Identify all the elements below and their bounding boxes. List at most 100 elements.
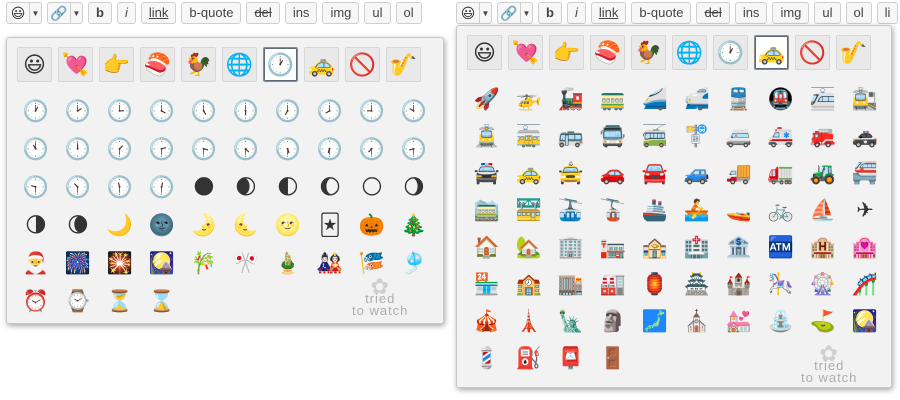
emoji-item[interactable]: 🚂 bbox=[550, 81, 592, 118]
emoji-item[interactable]: 🕗 bbox=[309, 92, 351, 130]
emoji-category-tab[interactable]: 🚫 bbox=[795, 35, 830, 70]
emoji-item[interactable]: 🚀 bbox=[466, 81, 508, 118]
emoji-item[interactable]: 🚡 bbox=[592, 192, 634, 229]
emoji-item[interactable]: 🕧 bbox=[141, 168, 183, 206]
emoji-item[interactable]: 🚘 bbox=[634, 155, 676, 192]
emoji-item[interactable]: 🚊 bbox=[466, 118, 508, 155]
emoji-item[interactable]: 🎆 bbox=[57, 244, 99, 282]
emoji-item[interactable]: 🏫 bbox=[508, 266, 550, 303]
emoji-item[interactable]: 🎍 bbox=[267, 244, 309, 282]
emoji-item[interactable]: 🚎 bbox=[634, 118, 676, 155]
emoji-category-tab[interactable]: 🐓 bbox=[181, 47, 216, 82]
emoji-item[interactable]: 🚞 bbox=[466, 192, 508, 229]
emoji-item[interactable]: 🕡 bbox=[309, 130, 351, 168]
emoji-item[interactable]: 🎡 bbox=[802, 266, 844, 303]
emoji-item[interactable]: 🕤 bbox=[15, 168, 57, 206]
emoji-category-tab[interactable]: 🚕 bbox=[304, 47, 339, 82]
emoji-item[interactable]: 🎅 bbox=[15, 244, 57, 282]
emoji-category-tab[interactable]: 💘 bbox=[508, 35, 543, 70]
emoji-item[interactable]: 🎐 bbox=[393, 244, 435, 282]
emoji-item[interactable]: 🏥 bbox=[676, 229, 718, 266]
emoji-category-tab[interactable]: 🚕 bbox=[754, 35, 789, 70]
emoji-item[interactable]: 🎋 bbox=[183, 244, 225, 282]
link-button[interactable]: link bbox=[590, 2, 627, 24]
emoji-item[interactable]: 🕓 bbox=[141, 92, 183, 130]
emoji-item[interactable]: 🃏 bbox=[309, 206, 351, 244]
insert-button[interactable]: ins bbox=[734, 2, 768, 24]
emoji-item[interactable]: 🚈 bbox=[802, 81, 844, 118]
unordered-list-button[interactable]: ul bbox=[814, 2, 841, 24]
emoji-item[interactable]: 🕔 bbox=[183, 92, 225, 130]
emoji-item[interactable]: 🚕 bbox=[508, 155, 550, 192]
emoji-category-tab[interactable]: 🕐 bbox=[713, 35, 748, 70]
emoji-item[interactable]: 🌜 bbox=[225, 206, 267, 244]
ordered-list-button[interactable]: ol bbox=[845, 2, 872, 24]
emoji-item[interactable]: 🚓 bbox=[844, 118, 886, 155]
emoji-item[interactable]: 🎌 bbox=[225, 244, 267, 282]
emoji-category-tab[interactable]: 🌐 bbox=[672, 35, 707, 70]
emoji-picker-button[interactable]: 😃 ▼ bbox=[456, 2, 492, 24]
emoji-item[interactable]: 🎑 bbox=[141, 244, 183, 282]
unordered-list-button[interactable]: ul bbox=[364, 2, 391, 24]
emoji-item[interactable]: 🕑 bbox=[57, 92, 99, 130]
emoji-item[interactable]: 🌚 bbox=[141, 206, 183, 244]
emoji-item[interactable]: 🕚 bbox=[15, 130, 57, 168]
italic-button[interactable]: i bbox=[116, 2, 136, 24]
list-item-button[interactable]: li bbox=[876, 2, 899, 24]
emoji-item[interactable]: 🚔 bbox=[466, 155, 508, 192]
emoji-item[interactable]: 🌕 bbox=[351, 168, 393, 206]
emoji-item[interactable]: 🌘 bbox=[57, 206, 99, 244]
image-button[interactable]: img bbox=[322, 2, 360, 24]
emoji-item[interactable]: ⛽ bbox=[508, 340, 550, 377]
emoji-item[interactable]: 🚍 bbox=[592, 118, 634, 155]
emoji-item[interactable]: 🚒 bbox=[802, 118, 844, 155]
emoji-item[interactable]: 🚅 bbox=[676, 81, 718, 118]
emoji-category-tab[interactable]: 🎷 bbox=[386, 47, 421, 82]
emoji-item[interactable]: 🏬 bbox=[550, 266, 592, 303]
emoji-item[interactable]: 🏧 bbox=[760, 229, 802, 266]
image-button[interactable]: img bbox=[772, 2, 810, 24]
emoji-item[interactable]: ✈ bbox=[844, 192, 886, 229]
emoji-category-tab[interactable]: 🌐 bbox=[222, 47, 257, 82]
emoji-item[interactable]: 🕘 bbox=[351, 92, 393, 130]
emoji-category-tab[interactable]: 💘 bbox=[58, 47, 93, 82]
chevron-down-icon[interactable]: ▼ bbox=[520, 3, 532, 23]
emoji-item[interactable]: 🌖 bbox=[393, 168, 435, 206]
emoji-item[interactable]: 🚌 bbox=[550, 118, 592, 155]
chevron-down-icon[interactable]: ▼ bbox=[29, 3, 41, 23]
emoji-item[interactable]: 🚟 bbox=[508, 192, 550, 229]
emoji-item[interactable]: 🚚 bbox=[718, 155, 760, 192]
chevron-down-icon[interactable]: ▼ bbox=[479, 3, 491, 23]
emoji-item[interactable]: 💒 bbox=[718, 303, 760, 340]
emoji-item[interactable]: 🕣 bbox=[393, 130, 435, 168]
emoji-item[interactable]: 🕠 bbox=[267, 130, 309, 168]
emoji-item[interactable]: 🕒 bbox=[99, 92, 141, 130]
emoji-item[interactable]: ⛵ bbox=[802, 192, 844, 229]
emoji-category-tab[interactable]: 🍣 bbox=[590, 35, 625, 70]
emoji-item[interactable]: 🕐 bbox=[15, 92, 57, 130]
blockquote-button[interactable]: b-quote bbox=[181, 2, 242, 24]
emoji-item[interactable]: 🌓 bbox=[267, 168, 309, 206]
emoji-item[interactable]: 🗾 bbox=[634, 303, 676, 340]
emoji-item[interactable]: 🗼 bbox=[508, 303, 550, 340]
emoji-item[interactable]: 🏨 bbox=[802, 229, 844, 266]
emoji-category-tab[interactable]: 👉 bbox=[99, 47, 134, 82]
emoji-item[interactable]: ⌚ bbox=[57, 282, 99, 320]
emoji-item[interactable]: 🏯 bbox=[676, 266, 718, 303]
emoji-category-tab[interactable]: 🚫 bbox=[345, 47, 380, 82]
emoji-item[interactable]: 🏠 bbox=[466, 229, 508, 266]
emoji-item[interactable]: 🎇 bbox=[99, 244, 141, 282]
emoji-item[interactable]: 🚆 bbox=[718, 81, 760, 118]
emoji-item[interactable]: 🏦 bbox=[718, 229, 760, 266]
emoji-item[interactable]: 🎢 bbox=[844, 266, 886, 303]
emoji-category-tab[interactable]: 🐓 bbox=[631, 35, 666, 70]
emoji-item[interactable]: 💈 bbox=[466, 340, 508, 377]
emoji-item[interactable]: 🗿 bbox=[592, 303, 634, 340]
emoji-item[interactable]: 🚙 bbox=[676, 155, 718, 192]
emoji-category-tab[interactable]: 🎷 bbox=[836, 35, 871, 70]
emoji-item[interactable]: 🕖 bbox=[267, 92, 309, 130]
emoji-item[interactable]: 🏩 bbox=[844, 229, 886, 266]
emoji-item[interactable]: 🗽 bbox=[550, 303, 592, 340]
bold-button[interactable]: b bbox=[88, 2, 112, 24]
emoji-item[interactable]: 🏭 bbox=[592, 266, 634, 303]
